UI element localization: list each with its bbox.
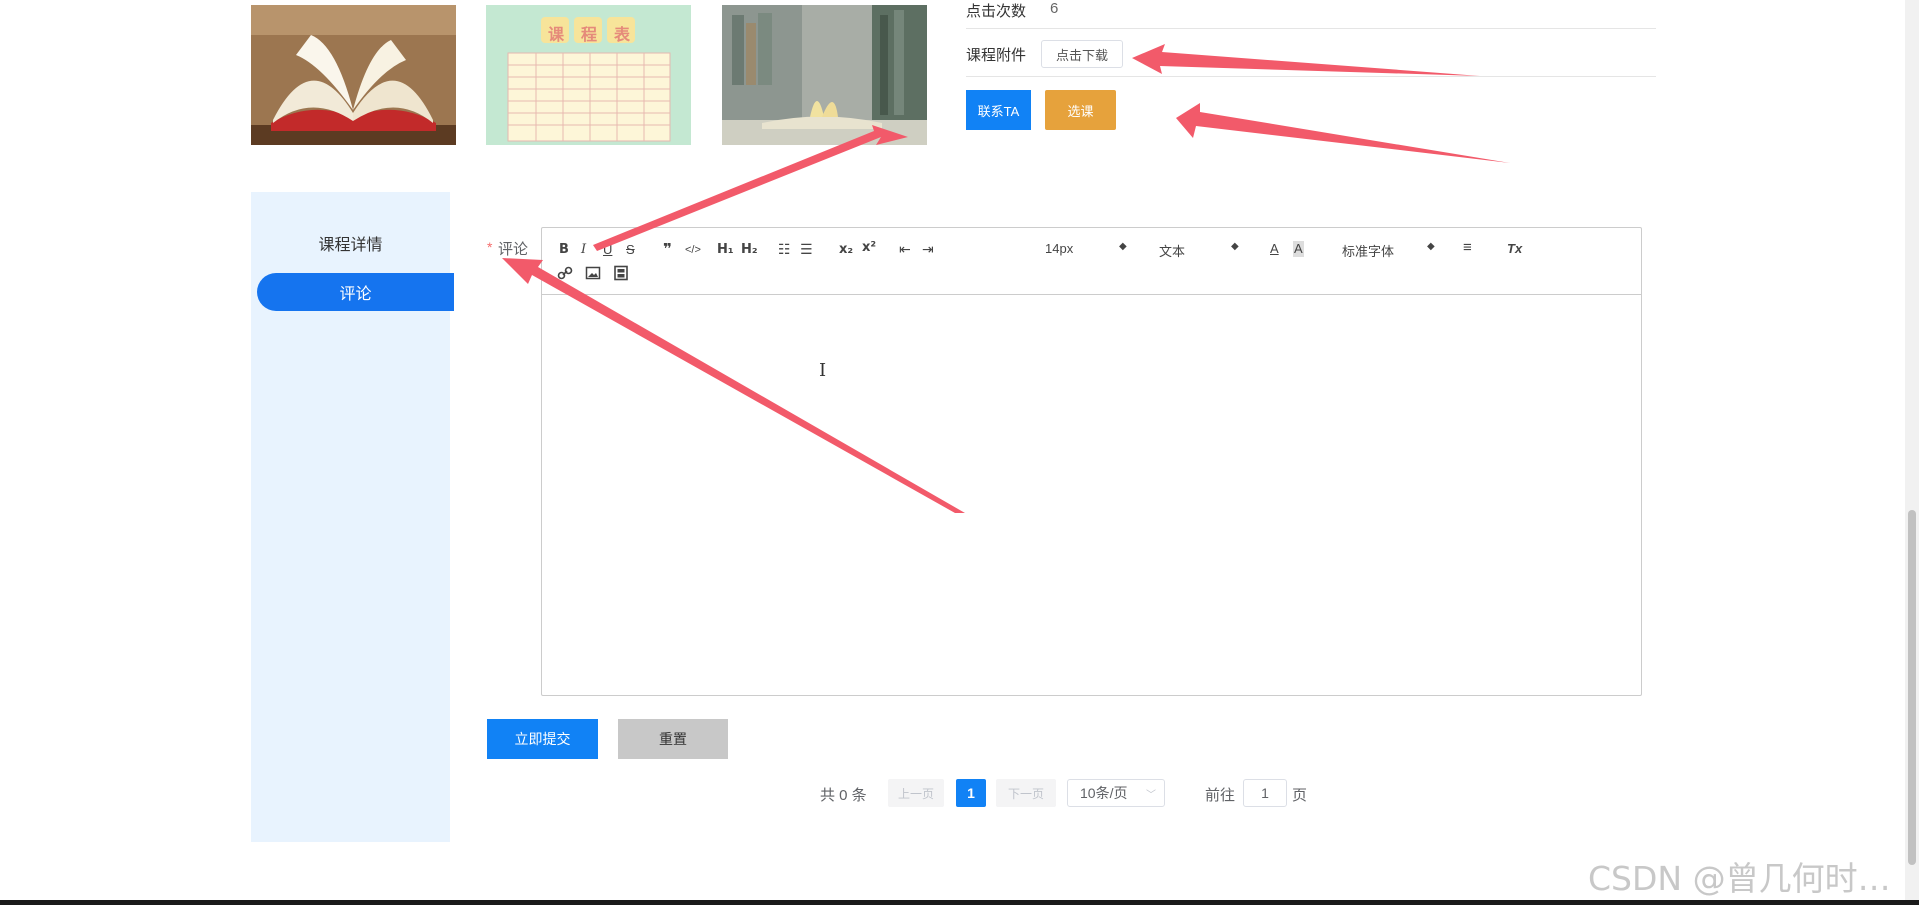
- format-select[interactable]: 文本: [1159, 241, 1185, 260]
- next-page-button[interactable]: 下一页: [996, 779, 1056, 807]
- scrollbar-thumb[interactable]: [1908, 510, 1916, 865]
- page-number-current[interactable]: 1: [956, 779, 986, 807]
- course-image-schedule[interactable]: 课 程 表: [486, 5, 691, 145]
- header1-button[interactable]: H₁: [717, 242, 734, 258]
- format-select-arrow-icon: ◆: [1231, 241, 1239, 252]
- pagination-total: 共 0 条: [820, 787, 867, 804]
- reset-button[interactable]: 重置: [618, 719, 728, 759]
- text-cursor-icon: I: [819, 360, 827, 381]
- goto-suffix: 页: [1292, 787, 1308, 804]
- goto-page-input[interactable]: 1: [1243, 779, 1287, 807]
- align-icon[interactable]: ≡: [1463, 240, 1472, 256]
- attachment-label: 课程附件: [966, 47, 1027, 64]
- blockquote-button[interactable]: ❞: [663, 241, 672, 257]
- ordered-list-icon[interactable]: ☷: [778, 241, 791, 257]
- subscript-button[interactable]: x₂: [839, 242, 853, 258]
- annotation-arrow-select: [1176, 103, 1510, 163]
- clicks-label: 点击次数: [966, 3, 1027, 20]
- strike-button[interactable]: S: [626, 242, 635, 258]
- font-select[interactable]: 标准字体: [1342, 241, 1394, 260]
- annotation-arrow-download: [1132, 44, 1480, 76]
- divider: [966, 28, 1656, 29]
- watermark: CSDN @曾几何时…: [1588, 859, 1891, 898]
- font-color-icon[interactable]: A: [1270, 241, 1279, 257]
- size-select-arrow-icon: ◆: [1119, 241, 1127, 252]
- size-select[interactable]: 14px: [1045, 241, 1073, 256]
- contact-ta-button[interactable]: 联系TA: [966, 90, 1031, 130]
- page-size-value: 10条/页: [1080, 785, 1128, 801]
- schedule-char-2: 程: [581, 27, 598, 44]
- rich-text-editor[interactable]: B I U S ❞ </> H₁ H₂ ☷ ☰ x₂ x² ⇤ ⇥ 14px ◆…: [541, 227, 1642, 696]
- link-icon[interactable]: [557, 265, 573, 281]
- schedule-char-3: 表: [614, 27, 631, 44]
- library-illustration: [722, 5, 927, 145]
- bold-button[interactable]: B: [559, 242, 569, 258]
- window-bottom-border: [0, 900, 1919, 905]
- comment-label: 评论: [498, 241, 529, 258]
- outdent-icon[interactable]: ⇤: [899, 241, 911, 257]
- required-mark: *: [487, 239, 493, 255]
- goto-prefix: 前往: [1205, 787, 1236, 804]
- bullet-list-icon[interactable]: ☰: [800, 241, 813, 257]
- background-color-icon[interactable]: A: [1293, 241, 1304, 257]
- clicks-value: 6: [1050, 0, 1059, 17]
- course-image-book[interactable]: [251, 5, 456, 145]
- italic-button[interactable]: I: [581, 242, 586, 258]
- download-button[interactable]: 点击下载: [1041, 40, 1123, 68]
- course-image-library[interactable]: [722, 5, 927, 145]
- book-illustration: [251, 5, 456, 145]
- prev-page-button[interactable]: 上一页: [888, 779, 944, 807]
- sidebar-item-comments[interactable]: 评论: [257, 273, 454, 311]
- select-course-button[interactable]: 选课: [1045, 90, 1116, 130]
- code-block-button[interactable]: </>: [685, 242, 701, 258]
- superscript-button[interactable]: x²: [862, 240, 876, 256]
- submit-button[interactable]: 立即提交: [487, 719, 598, 759]
- schedule-char-1: 课: [548, 27, 565, 44]
- underline-button[interactable]: U: [603, 242, 612, 258]
- divider: [966, 76, 1656, 77]
- sidebar-item-course-details[interactable]: 课程详情: [251, 231, 450, 255]
- image-icon[interactable]: [585, 265, 601, 281]
- clear-format-icon[interactable]: Tx: [1507, 241, 1522, 257]
- video-icon[interactable]: [613, 265, 629, 281]
- page-size-select[interactable]: 10条/页 ﹀: [1067, 779, 1165, 807]
- indent-icon[interactable]: ⇥: [922, 241, 934, 257]
- editor-toolbar: B I U S ❞ </> H₁ H₂ ☷ ☰ x₂ x² ⇤ ⇥ 14px ◆…: [542, 228, 1641, 295]
- font-select-arrow-icon: ◆: [1427, 241, 1435, 252]
- header2-button[interactable]: H₂: [741, 242, 758, 258]
- chevron-down-icon: ﹀: [1146, 790, 1156, 801]
